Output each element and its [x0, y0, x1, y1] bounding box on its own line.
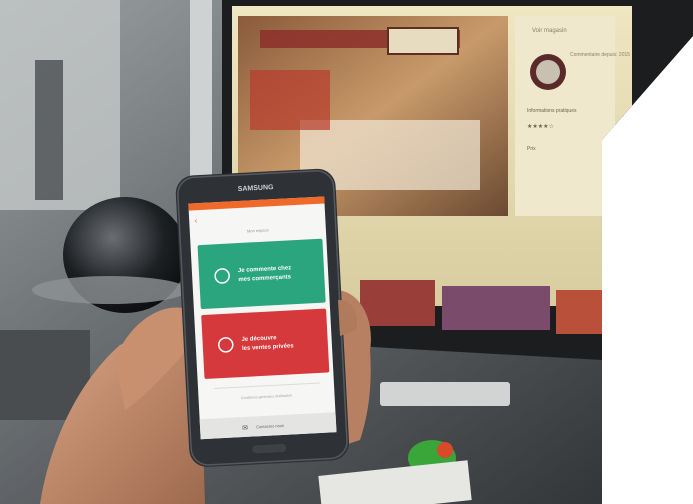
profile-avatar-inner — [536, 60, 560, 84]
section-label: Informations pratiques — [527, 108, 577, 114]
comment-card[interactable]: Je commente chez mes commerçants — [197, 238, 326, 309]
photo-scene: Voir magasin Commentaire depuis: 2015 In… — [0, 0, 693, 504]
envelope-icon: ✉ — [242, 424, 248, 432]
rating: ★★★★☆ — [527, 123, 554, 130]
gallery-thumb-3 — [556, 290, 606, 334]
shop-sign — [387, 27, 459, 55]
smartphone: SAMSUNG ‹ Mon espace Je commente chez me… — [175, 168, 350, 467]
comment-card-bg[interactable] — [197, 238, 326, 309]
green-toy-accent — [437, 442, 453, 458]
gallery-thumb-2 — [442, 286, 550, 330]
shop-display — [250, 70, 330, 130]
photo: Voir magasin Commentaire depuis: 2015 In… — [0, 0, 693, 504]
globe-lamp-ring — [32, 276, 188, 304]
profile-panel — [515, 16, 615, 216]
section-sub: Prix — [527, 146, 536, 152]
profile-link[interactable]: Commentaire depuis: 2015 — [570, 52, 630, 58]
back-arrow-icon[interactable]: ‹ — [194, 216, 198, 225]
window-frame — [35, 60, 63, 200]
private-sales-card[interactable]: Je découvre les ventes privées — [201, 308, 330, 379]
monitor-buttons — [380, 382, 510, 406]
gallery-thumb-1 — [360, 280, 435, 326]
profile-header: Voir magasin — [532, 28, 567, 34]
private-sales-card-bg[interactable] — [201, 308, 330, 379]
